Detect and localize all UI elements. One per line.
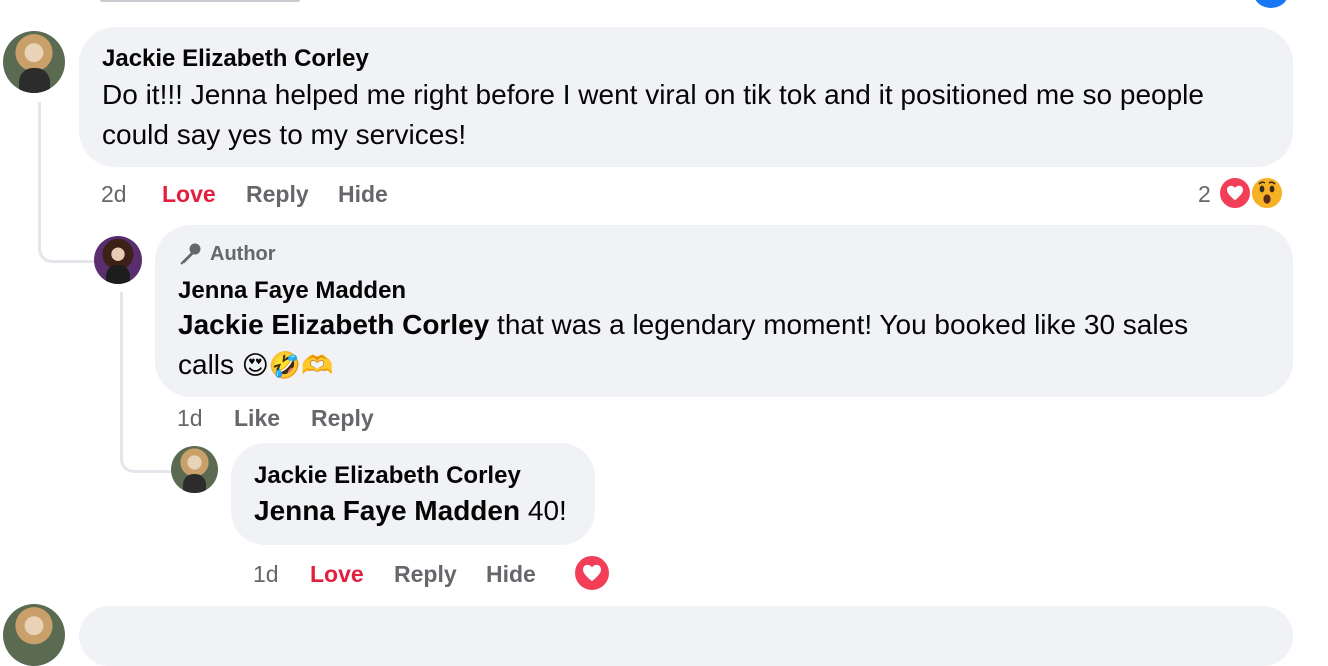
- comment-author[interactable]: Jackie Elizabeth Corley: [102, 45, 369, 73]
- microphone-icon: [178, 241, 204, 267]
- reply-text-line2: calls: [178, 349, 235, 380]
- reply-button[interactable]: Reply: [394, 561, 457, 588]
- wow-icon: [1250, 176, 1284, 210]
- love-button[interactable]: Love: [310, 561, 364, 588]
- like-button[interactable]: Like: [234, 405, 280, 432]
- avatar[interactable]: [3, 604, 65, 666]
- reply-button[interactable]: Reply: [311, 405, 374, 432]
- comment-text: Do it!!! Jenna helped me right before I …: [102, 79, 1204, 150]
- reply-text: Jackie Elizabeth Corley that was a legen…: [178, 305, 1278, 385]
- reply-text: Jenna Faye Madden 40!: [254, 491, 567, 531]
- comment-bubble: [79, 606, 1293, 666]
- hide-button[interactable]: Hide: [486, 561, 536, 588]
- mention-link[interactable]: Jenna Faye Madden: [254, 495, 520, 526]
- heart-icon: [1218, 176, 1252, 210]
- reply-bubble: Jackie Elizabeth Corley Jenna Faye Madde…: [231, 443, 595, 545]
- comment-timestamp[interactable]: 2d: [101, 181, 127, 208]
- reaction-summary[interactable]: 2: [1198, 174, 1290, 214]
- heart-icon[interactable]: [573, 554, 611, 592]
- reply-author[interactable]: Jenna Faye Madden: [178, 277, 406, 305]
- hide-button[interactable]: Hide: [338, 181, 388, 208]
- reply-button[interactable]: Reply: [246, 181, 309, 208]
- comment-bubble: Jackie Elizabeth Corley Do it!!! Jenna h…: [79, 27, 1293, 167]
- author-badge-label: Author: [210, 242, 276, 265]
- reply-bubble: Author Jenna Faye Madden Jackie Elizabet…: [155, 225, 1293, 397]
- reply-timestamp[interactable]: 1d: [177, 405, 203, 432]
- reply-text-body: 40!: [520, 495, 567, 526]
- reply-text-line1: that was a legendary moment! You booked …: [489, 309, 1189, 340]
- author-badge: Author: [178, 241, 276, 267]
- avatar[interactable]: [94, 236, 142, 284]
- emoji-group: 😍🤣🫶: [241, 350, 334, 380]
- previous-comment-meta-fragment: [100, 0, 320, 6]
- avatar[interactable]: [3, 31, 65, 93]
- reply-timestamp[interactable]: 1d: [253, 561, 279, 588]
- reply-author[interactable]: Jackie Elizabeth Corley: [254, 462, 521, 490]
- previous-reaction-fragment: [1254, 0, 1288, 8]
- love-button[interactable]: Love: [162, 181, 216, 208]
- mention-link[interactable]: Jackie Elizabeth Corley: [178, 309, 489, 340]
- avatar[interactable]: [171, 446, 218, 493]
- reaction-count: 2: [1198, 181, 1211, 207]
